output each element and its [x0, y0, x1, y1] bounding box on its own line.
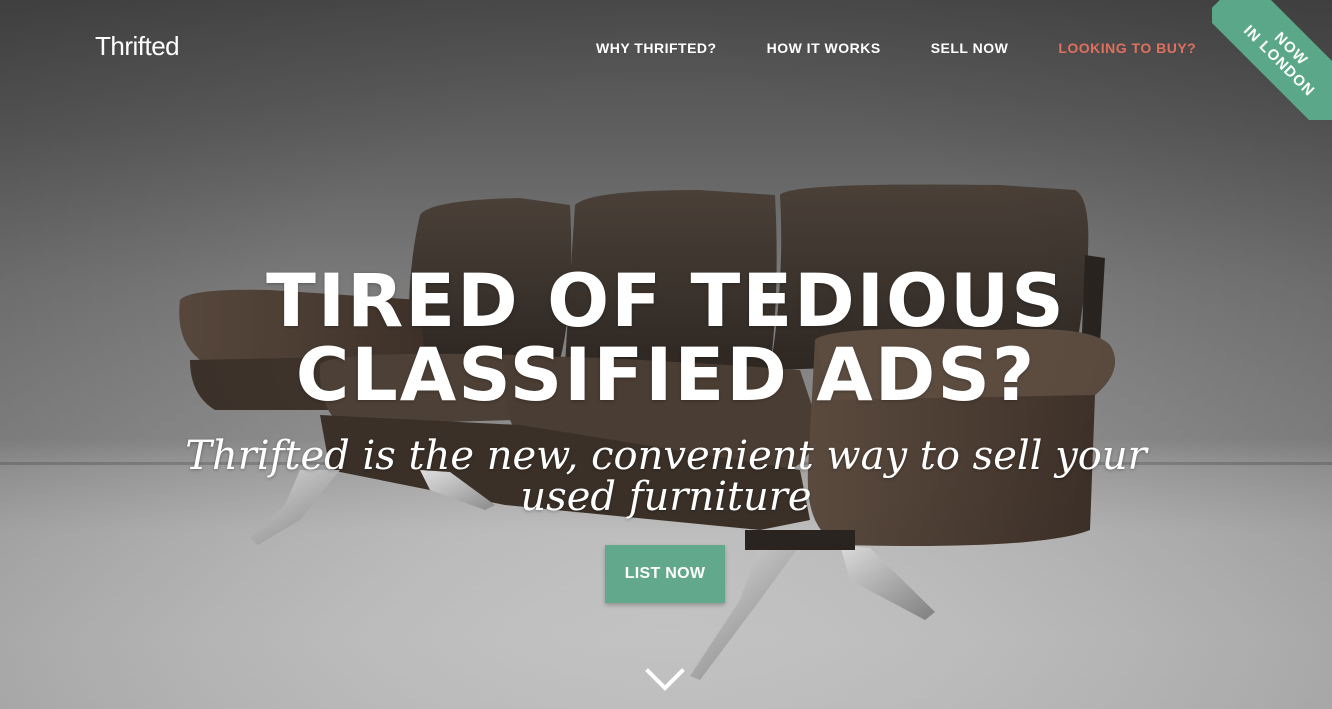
nav-link-looking-to-buy[interactable]: LOOKING TO BUY?: [1058, 40, 1196, 56]
hero-subtitle: Thrifted is the new, convenient way to s…: [185, 433, 1147, 520]
top-navbar: Thrifted WHY THRIFTED? HOW IT WORKS SELL…: [0, 0, 1332, 95]
hero-title-line-1: TIRED OF TEDIOUS: [266, 259, 1066, 344]
nav-link-sell-now[interactable]: SELL NOW: [931, 40, 1009, 56]
nav-link-how-it-works[interactable]: HOW IT WORKS: [767, 40, 881, 56]
brand-logo[interactable]: Thrifted: [95, 31, 180, 62]
ribbon-banner: NOW IN LONDON: [1212, 0, 1332, 120]
hero-title: TIRED OF TEDIOUS CLASSIFIED ADS?: [0, 265, 1332, 413]
chevron-down-icon[interactable]: [645, 666, 685, 694]
corner-ribbon: NOW IN LONDON: [1212, 0, 1332, 120]
nav-links: WHY THRIFTED? HOW IT WORKS SELL NOW LOOK…: [596, 40, 1196, 56]
list-now-button[interactable]: LIST NOW: [605, 545, 725, 603]
hero-title-line-2: CLASSIFIED ADS?: [295, 333, 1037, 418]
nav-link-why-thrifted[interactable]: WHY THRIFTED?: [596, 40, 717, 56]
